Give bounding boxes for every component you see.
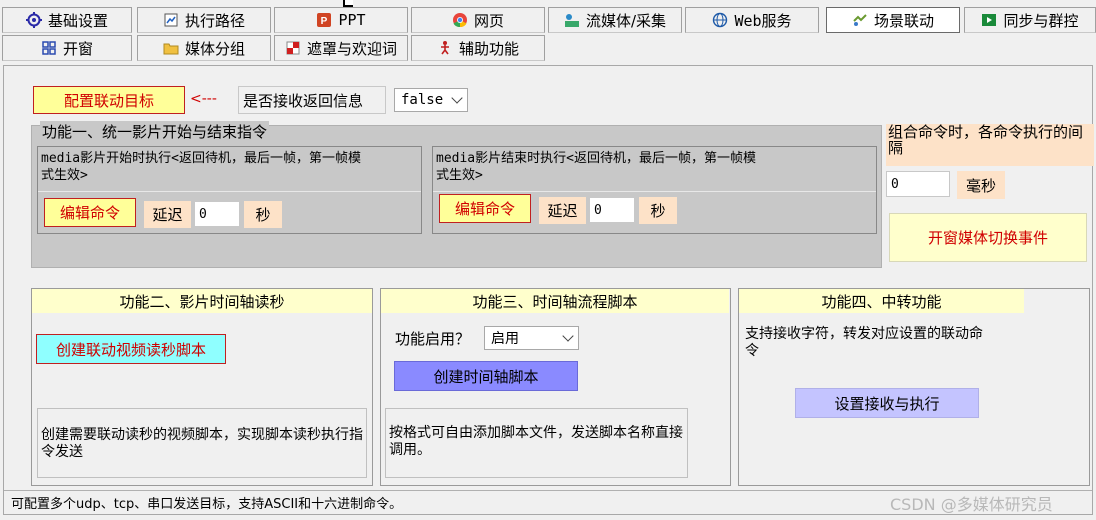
svg-text:P: P xyxy=(321,16,328,27)
create-video-countdown-script-button[interactable]: 创建联动视频读秒脚本 xyxy=(36,334,226,364)
tab-web-service[interactable]: Web服务 xyxy=(685,7,819,33)
func1-title: 功能一、统一影片开始与结束指令 xyxy=(40,121,270,142)
tab-scene-linkage[interactable]: 场景联动 xyxy=(826,7,960,33)
tab-label: 遮罩与欢迎词 xyxy=(306,39,397,58)
tab-label: PPT xyxy=(338,11,366,29)
end-delay-label: 延迟 xyxy=(539,197,586,224)
tab-label: 基础设置 xyxy=(47,11,108,30)
gear-icon xyxy=(25,12,42,28)
func4-title: 功能四、中转功能 xyxy=(739,289,1024,313)
func3-enable-value: 启用 xyxy=(491,331,519,347)
chevron-down-icon xyxy=(451,92,463,104)
func3-desc: 按格式可自由添加脚本文件，发送脚本名称直接调用。 xyxy=(389,425,683,458)
tab-ppt[interactable]: P PPT xyxy=(274,7,408,33)
config-target-button[interactable]: 配置联动目标 xyxy=(33,86,185,114)
func4-desc: 支持接收字符，转发对应设置的联动命令 xyxy=(745,326,983,359)
start-edit-command-button[interactable]: 编辑命令 xyxy=(44,198,136,227)
tab-label: Web服务 xyxy=(734,11,792,30)
start-cmd-desc: media影片开始时执行<返回待机，最后一帧，第一帧模式生效> xyxy=(41,151,361,183)
tab-streaming[interactable]: 流媒体/采集 xyxy=(548,7,682,33)
func3-title: 功能三、时间轴流程脚本 xyxy=(381,289,729,313)
mask-icon xyxy=(285,40,301,56)
globe-icon xyxy=(712,12,728,28)
tab-label: 流媒体/采集 xyxy=(585,11,667,30)
tab-mask-welcome[interactable]: 遮罩与欢迎词 xyxy=(274,35,408,61)
func2-title: 功能二、影片时间轴读秒 xyxy=(32,289,372,313)
combo-interval-desc: 组合命令时，各命令执行的间隔 xyxy=(886,124,1094,166)
tab-open-window[interactable]: 开窗 xyxy=(2,35,132,61)
link-icon xyxy=(852,12,868,28)
tab-label: 同步与群控 xyxy=(1003,11,1079,30)
powerpoint-icon: P xyxy=(316,12,332,28)
path-icon xyxy=(163,12,179,28)
func3-enable-select[interactable]: 启用 xyxy=(484,326,579,350)
sync-icon xyxy=(981,12,997,28)
combo-ms-label: 毫秒 xyxy=(957,171,1005,199)
accessibility-icon xyxy=(437,40,453,56)
end-seconds-label: 秒 xyxy=(639,197,677,224)
tab-label: 执行路径 xyxy=(184,11,245,30)
start-seconds-label: 秒 xyxy=(244,201,282,228)
receive-label: 是否接收返回信息 xyxy=(238,86,386,114)
set-receive-execute-button[interactable]: 设置接收与执行 xyxy=(795,388,979,418)
start-delay-input[interactable]: 0 xyxy=(194,201,240,227)
tab-basic-settings[interactable]: 基础设置 xyxy=(2,7,132,33)
create-timeline-script-button[interactable]: 创建时间轴脚本 xyxy=(394,361,578,391)
tab-label: 网页 xyxy=(473,11,504,30)
receive-select[interactable]: false xyxy=(394,88,468,112)
folder-icon xyxy=(163,40,179,56)
chrome-icon xyxy=(452,12,468,28)
end-edit-command-button[interactable]: 编辑命令 xyxy=(439,194,531,223)
stream-icon xyxy=(564,12,580,28)
grid-icon xyxy=(41,40,57,56)
tab-sync-control[interactable]: 同步与群控 xyxy=(964,7,1096,33)
func2-desc: 创建需要联动读秒的视频脚本，实现脚本读秒执行指令发送 xyxy=(41,427,363,460)
tab-accessibility[interactable]: 辅助功能 xyxy=(411,35,545,61)
combo-interval-input[interactable]: 0 xyxy=(886,171,950,197)
start-delay-label: 延迟 xyxy=(144,201,191,228)
end-cmd-desc: media影片结束时执行<返回待机，最后一帧，第一帧模式生效> xyxy=(436,151,756,183)
arrow-indicator: <--- xyxy=(190,91,217,107)
tab-label: 开窗 xyxy=(62,39,93,58)
tab-webpage[interactable]: 网页 xyxy=(411,7,545,33)
end-delay-input[interactable]: 0 xyxy=(589,197,635,223)
tab-execution-path[interactable]: 执行路径 xyxy=(137,7,271,33)
window-media-switch-event-button[interactable]: 开窗媒体切换事件 xyxy=(889,213,1087,262)
receive-select-value: false xyxy=(401,92,444,108)
chevron-down-icon xyxy=(562,330,574,342)
tab-label: 媒体分组 xyxy=(184,39,245,58)
func3-enable-label: 功能启用？ xyxy=(395,330,471,348)
func4-panel xyxy=(738,288,1090,486)
cursor-icon xyxy=(343,0,353,7)
status-bar-text: 可配置多个udp、tcp、串口发送目标，支持ASCII和十六进制命令。 xyxy=(11,497,403,512)
tab-media-group[interactable]: 媒体分组 xyxy=(137,35,271,61)
tab-label: 辅助功能 xyxy=(458,39,519,58)
tab-label: 场景联动 xyxy=(873,11,934,30)
watermark: CSDN @多媒体研究员 xyxy=(890,495,1053,514)
